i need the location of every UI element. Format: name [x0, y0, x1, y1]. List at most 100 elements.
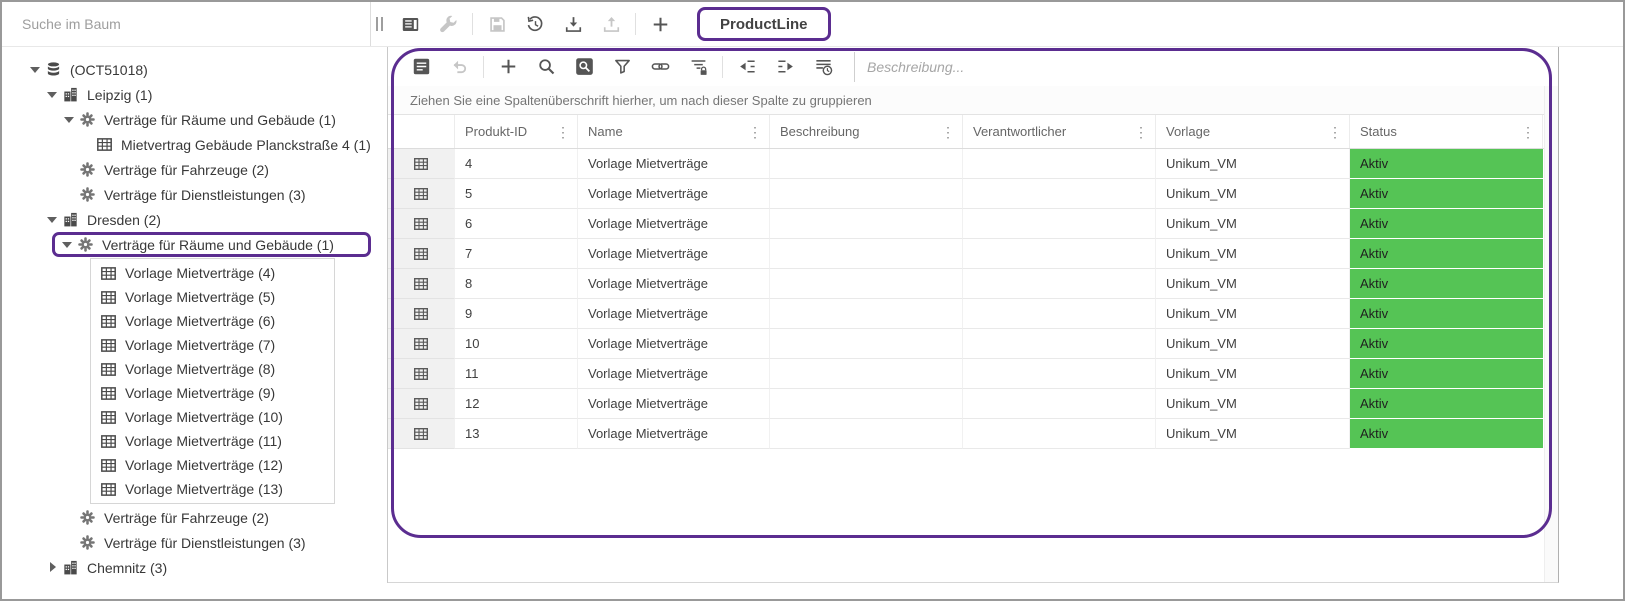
layout-panel-icon[interactable]	[391, 6, 429, 42]
table-row[interactable]: 7Vorlage MietverträgeUnikum_VMAktiv	[388, 239, 1558, 269]
tree-search-input[interactable]	[22, 16, 358, 32]
tree-item[interactable]: Vorlage Mietverträge (5)	[91, 285, 334, 309]
tab-productline[interactable]: ProductLine	[697, 7, 831, 41]
tree-item[interactable]: Verträge für Fahrzeuge (2)	[2, 505, 387, 530]
column-header-name[interactable]: Name⋮	[578, 115, 770, 148]
tree-item[interactable]: Verträge für Dienstleistungen (3)	[2, 530, 387, 555]
tree-item[interactable]: Vorlage Mietverträge (9)	[91, 381, 334, 405]
tree-item[interactable]: Verträge für Räume und Gebäude (1)	[2, 107, 387, 132]
splitter-grip-icon[interactable]	[371, 17, 387, 31]
save-icon	[478, 6, 516, 42]
column-header-rowicon	[388, 115, 455, 148]
table-row[interactable]: 12Vorlage MietverträgeUnikum_VMAktiv	[388, 389, 1558, 419]
caret-down-icon[interactable]	[28, 62, 44, 78]
tree-item[interactable]: Vorlage Mietverträge (6)	[91, 309, 334, 333]
column-menu-icon[interactable]: ⋮	[936, 125, 960, 139]
add-tab-icon[interactable]	[641, 6, 679, 42]
cell-status: Aktiv	[1350, 269, 1543, 299]
caret-down-icon[interactable]	[45, 87, 61, 103]
table-row[interactable]: 5Vorlage MietverträgeUnikum_VMAktiv	[388, 179, 1558, 209]
column-menu-icon[interactable]: ⋮	[1516, 125, 1540, 139]
vertical-scrollbar[interactable]	[1544, 86, 1558, 582]
cell-id: 4	[455, 149, 578, 179]
row-table-icon[interactable]	[388, 209, 455, 239]
table-row[interactable]: 6Vorlage MietverträgeUnikum_VMAktiv	[388, 209, 1558, 239]
row-table-icon[interactable]	[388, 149, 455, 179]
column-header-verantwortlicher[interactable]: Verantwortlicher⋮	[963, 115, 1156, 148]
caret-spacer	[62, 187, 78, 203]
tree-item[interactable]: Verträge für Dienstleistungen (3)	[2, 182, 387, 207]
row-table-icon[interactable]	[388, 179, 455, 209]
filter-history-icon[interactable]	[804, 50, 842, 84]
column-header-id[interactable]: Produkt-ID⋮	[455, 115, 578, 148]
tree-search	[2, 2, 371, 46]
tree-item-content: Vorlage Mietverträge (11)	[99, 429, 282, 454]
add-row-icon[interactable]	[489, 50, 527, 84]
table-row[interactable]: 9Vorlage MietverträgeUnikum_VMAktiv	[388, 299, 1558, 329]
tree-item[interactable]: Vorlage Mietverträge (8)	[91, 357, 334, 381]
tree-item[interactable]: Vorlage Mietverträge (12)	[91, 453, 334, 477]
caret-down-icon[interactable]	[62, 112, 78, 128]
tree-item[interactable]: Chemnitz (3)	[2, 555, 387, 580]
tree-item[interactable]: Dresden (2)	[2, 207, 387, 232]
tree-item[interactable]: Vorlage Mietverträge (13)	[91, 477, 334, 501]
row-table-icon[interactable]	[388, 419, 455, 449]
tree-item-label: Verträge für Räume und Gebäude (1)	[104, 112, 336, 128]
row-table-icon[interactable]	[388, 269, 455, 299]
column-menu-icon[interactable]: ⋮	[551, 125, 575, 139]
tree-item[interactable]: Vorlage Mietverträge (11)	[91, 429, 334, 453]
column-menu-icon[interactable]: ⋮	[1323, 125, 1347, 139]
table-row[interactable]: 10Vorlage MietverträgeUnikum_VMAktiv	[388, 329, 1558, 359]
column-menu-icon[interactable]: ⋮	[1129, 125, 1153, 139]
table-row[interactable]: 13Vorlage MietverträgeUnikum_VMAktiv	[388, 419, 1558, 449]
caret-right-icon[interactable]	[45, 560, 61, 576]
row-table-icon[interactable]	[388, 329, 455, 359]
import-icon[interactable]	[554, 6, 592, 42]
column-menu-icon[interactable]: ⋮	[743, 125, 767, 139]
caret-down-icon[interactable]	[60, 237, 76, 253]
tree-item[interactable]: (OCT51018)	[2, 57, 387, 82]
group-by-bar[interactable]: Ziehen Sie eine Spaltenüberschrift hierh…	[388, 86, 1558, 115]
tree-item-content: Vorlage Mietverträge (13)	[99, 477, 283, 502]
column-header-status[interactable]: Status⋮	[1350, 115, 1543, 148]
table-row[interactable]: 4Vorlage MietverträgeUnikum_VMAktiv	[388, 149, 1558, 179]
grid-search-input[interactable]	[867, 59, 1542, 75]
tree-item-label: Verträge für Fahrzeuge (2)	[104, 162, 269, 178]
table-row[interactable]: 8Vorlage MietverträgeUnikum_VMAktiv	[388, 269, 1558, 299]
tree-item[interactable]: Verträge für Fahrzeuge (2)	[2, 157, 387, 182]
row-table-icon[interactable]	[388, 299, 455, 329]
tree-item-content: Chemnitz (3)	[45, 555, 167, 580]
table-icon	[99, 408, 117, 426]
cell-beschreibung	[770, 269, 963, 299]
cell-vorlage: Unikum_VM	[1156, 149, 1350, 179]
column-header-vorlage[interactable]: Vorlage⋮	[1156, 115, 1350, 148]
row-table-icon[interactable]	[388, 359, 455, 389]
row-table-icon[interactable]	[388, 239, 455, 269]
indent-right-icon[interactable]	[766, 50, 804, 84]
main-toolbar	[387, 2, 683, 46]
filter-icon[interactable]	[603, 50, 641, 84]
tree-item-content: Leipzig (1)	[45, 82, 152, 107]
data-panel-icon[interactable]	[402, 50, 440, 84]
gear-icon	[78, 161, 96, 179]
row-table-icon[interactable]	[388, 389, 455, 419]
filter-lock-icon[interactable]	[679, 50, 717, 84]
tree-item[interactable]: Vorlage Mietverträge (4)	[91, 261, 334, 285]
table-icon	[99, 288, 117, 306]
table-row[interactable]: 11Vorlage MietverträgeUnikum_VMAktiv	[388, 359, 1558, 389]
tree-item[interactable]: Leipzig (1)	[2, 82, 387, 107]
search-panel-icon[interactable]	[565, 50, 603, 84]
link-icon[interactable]	[641, 50, 679, 84]
tree-item[interactable]: Mietvertrag Gebäude Planckstraße 4 (1)	[2, 132, 387, 157]
tree-item[interactable]: Verträge für Räume und Gebäude (1)	[2, 232, 387, 257]
restore-icon[interactable]	[516, 6, 554, 42]
search-icon[interactable]	[527, 50, 565, 84]
cell-name: Vorlage Mietverträge	[578, 389, 770, 419]
caret-down-icon[interactable]	[45, 212, 61, 228]
tree-item[interactable]: Vorlage Mietverträge (7)	[91, 333, 334, 357]
cell-verantwortlicher	[963, 269, 1156, 299]
column-header-beschreibung[interactable]: Beschreibung⋮	[770, 115, 963, 148]
cell-verantwortlicher	[963, 239, 1156, 269]
tree-item[interactable]: Vorlage Mietverträge (10)	[91, 405, 334, 429]
indent-left-icon[interactable]	[728, 50, 766, 84]
